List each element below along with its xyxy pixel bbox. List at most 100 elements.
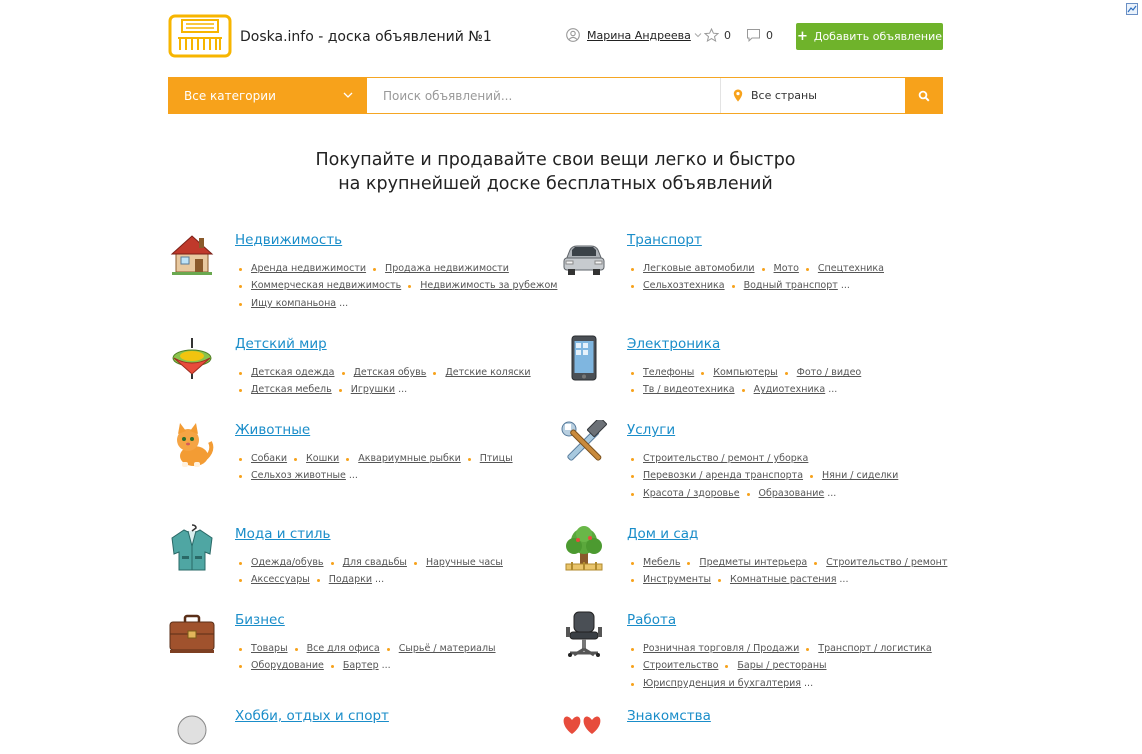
- jacket-icon[interactable]: [168, 524, 216, 572]
- subcategory-link[interactable]: Детская одежда: [235, 367, 335, 378]
- subcategory-row: Оборудование Бартер...: [251, 657, 555, 674]
- briefcase-icon[interactable]: [168, 610, 216, 658]
- add-listing-button[interactable]: + Добавить объявление: [796, 23, 943, 50]
- more-link[interactable]: ...: [827, 488, 836, 499]
- subcategory-link[interactable]: Сельхозтехника: [627, 280, 725, 291]
- category-title-link[interactable]: Знакомства: [627, 708, 711, 724]
- category-title-link[interactable]: Дом и сад: [627, 526, 698, 542]
- more-link[interactable]: ...: [804, 678, 813, 689]
- category-title-link[interactable]: Работа: [627, 612, 676, 628]
- subcategory-link[interactable]: Мото: [758, 263, 799, 274]
- subcategory-link[interactable]: Аудиотехника: [738, 384, 826, 395]
- subcategory-link[interactable]: Продажа недвижимости: [369, 263, 509, 274]
- subcategory-link[interactable]: Бары / рестораны: [721, 660, 826, 671]
- subcategory-link[interactable]: Спецтехника: [802, 263, 884, 274]
- subcategory-row: Юриспруденция и бухгалтерия...: [643, 675, 947, 692]
- country-select[interactable]: Все страны: [720, 78, 906, 113]
- more-link[interactable]: ...: [349, 470, 358, 481]
- car-icon[interactable]: [560, 230, 608, 278]
- category-title-link[interactable]: Животные: [235, 422, 310, 438]
- category-title-link[interactable]: Детский мир: [235, 336, 327, 352]
- category-title-link[interactable]: Транспорт: [627, 232, 702, 248]
- subcategory-link[interactable]: Недвижимость за рубежом: [404, 280, 557, 291]
- subcategory-link[interactable]: Водный транспорт: [728, 280, 838, 291]
- category-title-link[interactable]: Услуги: [627, 422, 675, 438]
- subcategory-link[interactable]: Детская обувь: [338, 367, 427, 378]
- subcategory-link[interactable]: Все для офиса: [291, 643, 380, 654]
- subcategory-link[interactable]: Коммерческая недвижимость: [235, 280, 401, 291]
- subcategory-link[interactable]: Образование: [743, 488, 825, 499]
- subcategory-link[interactable]: Товары: [235, 643, 288, 654]
- more-link[interactable]: ...: [398, 384, 407, 395]
- user-menu[interactable]: Марина Андреева: [566, 28, 702, 42]
- subcategory-link[interactable]: Подарки: [313, 574, 372, 585]
- subcategory-link[interactable]: Строительство / ремонт / уборка: [627, 453, 808, 464]
- search-button[interactable]: [905, 77, 943, 114]
- category-title-link[interactable]: Бизнес: [235, 612, 285, 628]
- subcategory-link[interactable]: Инструменты: [627, 574, 711, 585]
- subcategory-link[interactable]: Детские коляски: [429, 367, 530, 378]
- kitten-icon[interactable]: [168, 420, 216, 468]
- more-link[interactable]: ...: [375, 574, 384, 585]
- more-link[interactable]: ...: [839, 574, 848, 585]
- subcategory-link[interactable]: Юриспруденция и бухгалтерия: [627, 678, 801, 689]
- search-input[interactable]: [367, 78, 719, 113]
- subcategory-link[interactable]: Птицы: [464, 453, 513, 464]
- favorites-button[interactable]: 0: [704, 28, 731, 42]
- category-title-link[interactable]: Хобби, отдых и спорт: [235, 708, 389, 724]
- subcategory-link[interactable]: Сельхоз животные: [235, 470, 346, 481]
- subcategory-link[interactable]: Строительство: [627, 660, 718, 671]
- category-title-link[interactable]: Недвижимость: [235, 232, 342, 248]
- more-link[interactable]: ...: [382, 660, 391, 671]
- tree-icon[interactable]: [560, 524, 608, 572]
- smartphone-icon[interactable]: [560, 334, 608, 382]
- subcategory-link[interactable]: Предметы интерьера: [683, 557, 807, 568]
- category-title-link[interactable]: Электроника: [627, 336, 720, 352]
- subcategory-link[interactable]: Сырьё / материалы: [383, 643, 496, 654]
- user-name-link[interactable]: Марина Андреева: [587, 29, 691, 42]
- subcategory-link[interactable]: Компьютеры: [697, 367, 777, 378]
- subcategory-link[interactable]: Игрушки: [335, 384, 395, 395]
- office-chair-icon[interactable]: [560, 610, 608, 658]
- subcategory-link[interactable]: Наручные часы: [410, 557, 503, 568]
- subcategory-row: Детская мебель Игрушки...: [251, 381, 555, 398]
- subcategory-link[interactable]: Строительство / ремонт: [810, 557, 947, 568]
- spinning-top-icon[interactable]: [168, 334, 216, 382]
- category-select[interactable]: Все категории: [168, 77, 367, 114]
- more-link[interactable]: ...: [841, 280, 850, 291]
- subcategory-link[interactable]: Аквариумные рыбки: [342, 453, 461, 464]
- subcategory-link[interactable]: Мебель: [627, 557, 680, 568]
- subcategory-link[interactable]: Собаки: [235, 453, 287, 464]
- subcategory-link[interactable]: Розничная торговля / Продажи: [627, 643, 799, 654]
- subcategory-link[interactable]: Аренда недвижимости: [235, 263, 366, 274]
- subcategory-list: Мебель Предметы интерьера Строительство / …: [627, 554, 947, 589]
- subcategory-link[interactable]: Фото / видео: [781, 367, 862, 378]
- more-link[interactable]: ...: [339, 298, 348, 309]
- subcategory-link[interactable]: Одежда/обувь: [235, 557, 324, 568]
- tools-icon[interactable]: [560, 420, 608, 468]
- subcategory-link[interactable]: Комнатные растения: [714, 574, 836, 585]
- subcategory-link[interactable]: Тв / видеотехника: [627, 384, 735, 395]
- subcategory-link[interactable]: Оборудование: [235, 660, 324, 671]
- subcategory-link[interactable]: Телефоны: [627, 367, 694, 378]
- subcategory-link[interactable]: Перевозки / аренда транспорта: [627, 470, 803, 481]
- subcategory-link[interactable]: Легковые автомобили: [627, 263, 755, 274]
- subcategory-link[interactable]: Красота / здоровье: [627, 488, 740, 499]
- site-title[interactable]: Doska.info - доска объявлений №1: [240, 29, 492, 45]
- subcategory-link[interactable]: Для свадьбы: [327, 557, 407, 568]
- hearts-icon[interactable]: [560, 706, 608, 754]
- house-icon[interactable]: [168, 230, 216, 278]
- subcategory-link[interactable]: Няни / сиделки: [806, 470, 898, 481]
- subcategory-link[interactable]: Аксессуары: [235, 574, 310, 585]
- subcategory-link[interactable]: Бартер: [327, 660, 379, 671]
- subcategory-link[interactable]: Транспорт / логистика: [802, 643, 931, 654]
- category-title-link[interactable]: Мода и стиль: [235, 526, 331, 542]
- subcategory-link[interactable]: Кошки: [290, 453, 339, 464]
- subcategory-link[interactable]: Детская мебель: [235, 384, 332, 395]
- messages-button[interactable]: 0: [746, 28, 773, 42]
- more-link[interactable]: ...: [828, 384, 837, 395]
- subcategory-row: Сельхоз животные...: [251, 467, 555, 484]
- subcategory-link[interactable]: Ищу компаньона: [235, 298, 336, 309]
- hobby-icon[interactable]: [168, 706, 216, 754]
- site-logo-icon[interactable]: [168, 14, 232, 58]
